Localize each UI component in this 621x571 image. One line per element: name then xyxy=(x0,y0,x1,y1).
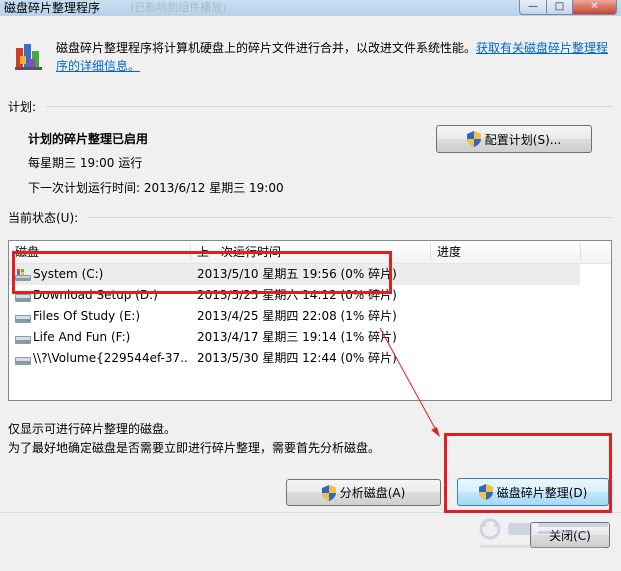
drive-icon xyxy=(15,294,31,302)
last-run: 2013/5/25 星期六 14:12 (0% 碎片) xyxy=(197,288,397,302)
schedule-status: 计划的碎片整理已启用 xyxy=(28,132,149,146)
schedule-section-label: 计划: xyxy=(8,100,37,114)
disk-row[interactable]: Life And Fun (F:) 2013/4/17 星期三 19:14 (1… xyxy=(9,327,580,348)
defragment-disk-button[interactable]: 磁盘碎片整理(D) xyxy=(457,478,609,506)
configure-schedule-label: 配置计划(S)... xyxy=(484,132,562,147)
disk-row[interactable]: Files Of Study (E:) 2013/4/25 星期四 22:08 … xyxy=(9,306,580,327)
disk-list-header: 磁盘 上一次运行时间 进度 xyxy=(9,241,611,264)
intro-text: 磁盘碎片整理程序将计算机硬盘上的碎片文件进行合并，以改进文件系统性能。获取有关磁… xyxy=(56,39,616,75)
close-window-button[interactable]: ✕ xyxy=(573,0,617,15)
uac-shield-icon xyxy=(321,484,336,501)
schedule-next-run: 下一次计划运行时间: 2013/6/12 星期三 19:00 xyxy=(28,181,284,195)
footer-separator xyxy=(0,512,621,513)
drive-icon xyxy=(15,336,31,344)
intro-description: 磁盘碎片整理程序将计算机硬盘上的碎片文件进行合并，以改进文件系统性能。 xyxy=(56,41,477,55)
window-title: 磁盘碎片整理程序 xyxy=(4,1,101,15)
watermark-logo xyxy=(479,518,608,548)
disk-name: Life And Fun (F:) xyxy=(33,330,131,344)
current-status-label: 当前状态(U): xyxy=(8,211,79,225)
schedule-separator xyxy=(46,106,612,107)
column-divider xyxy=(580,243,581,261)
analyze-disk-label: 分析磁盘(A) xyxy=(339,486,406,500)
minimize-button[interactable]: — xyxy=(519,0,547,15)
disk-row[interactable]: \\?\Volume{229544ef-37... 2013/5/30 星期四 … xyxy=(9,348,580,369)
uac-shield-icon xyxy=(466,131,481,147)
analyze-disk-button[interactable]: 分析磁盘(A) xyxy=(286,479,441,506)
disk-name: Download Setup (D:) xyxy=(33,288,158,302)
drive-icon xyxy=(15,357,31,365)
disk-list[interactable]: 磁盘 上一次运行时间 进度 System (C:) 2013/5/10 星期五 … xyxy=(8,240,612,401)
column-header-last-run[interactable]: 上一次运行时间 xyxy=(191,241,429,263)
defrag-app-icon xyxy=(15,44,42,70)
disk-name: \\?\Volume{229544ef-37... xyxy=(33,351,188,365)
disk-name: System (C:) xyxy=(33,267,104,281)
drive-icon xyxy=(15,315,31,323)
note-analyze-first: 为了最好地确定磁盘是否需要立即进行碎片整理，需要首先分析磁盘。 xyxy=(8,441,381,455)
note-defraggable-only: 仅显示可进行碎片整理的磁盘。 xyxy=(8,422,177,436)
background-window-title: (已影响到组件播放) xyxy=(130,1,227,14)
last-run: 2013/5/10 星期五 19:56 (0% 碎片) xyxy=(197,267,397,281)
maximize-button[interactable]: □ xyxy=(547,0,573,15)
last-run: 2013/4/17 星期三 19:14 (1% 碎片) xyxy=(197,330,397,344)
disk-name: Files Of Study (E:) xyxy=(33,309,141,323)
configure-schedule-button[interactable]: 配置计划(S)... xyxy=(436,125,592,153)
last-run: 2013/5/30 星期四 12:44 (0% 碎片) xyxy=(197,351,397,365)
uac-shield-icon xyxy=(478,484,493,500)
system-drive-icon xyxy=(15,269,31,281)
window-controls: — □ ✕ xyxy=(519,0,617,15)
disk-row[interactable]: System (C:) 2013/5/10 星期五 19:56 (0% 碎片) xyxy=(9,264,580,285)
title-bar: 磁盘碎片整理程序 (已影响到组件播放) — □ ✕ xyxy=(0,0,621,16)
status-separator xyxy=(88,217,612,218)
defragment-disk-label: 磁盘碎片整理(D) xyxy=(496,485,588,500)
schedule-frequency: 每星期三 19:00 运行 xyxy=(28,156,143,170)
column-header-disk[interactable]: 磁盘 xyxy=(9,241,189,263)
column-header-progress[interactable]: 进度 xyxy=(431,241,581,263)
disk-row[interactable]: Download Setup (D:) 2013/5/25 星期六 14:12 … xyxy=(9,285,580,306)
last-run: 2013/4/25 星期四 22:08 (1% 碎片) xyxy=(197,309,397,323)
